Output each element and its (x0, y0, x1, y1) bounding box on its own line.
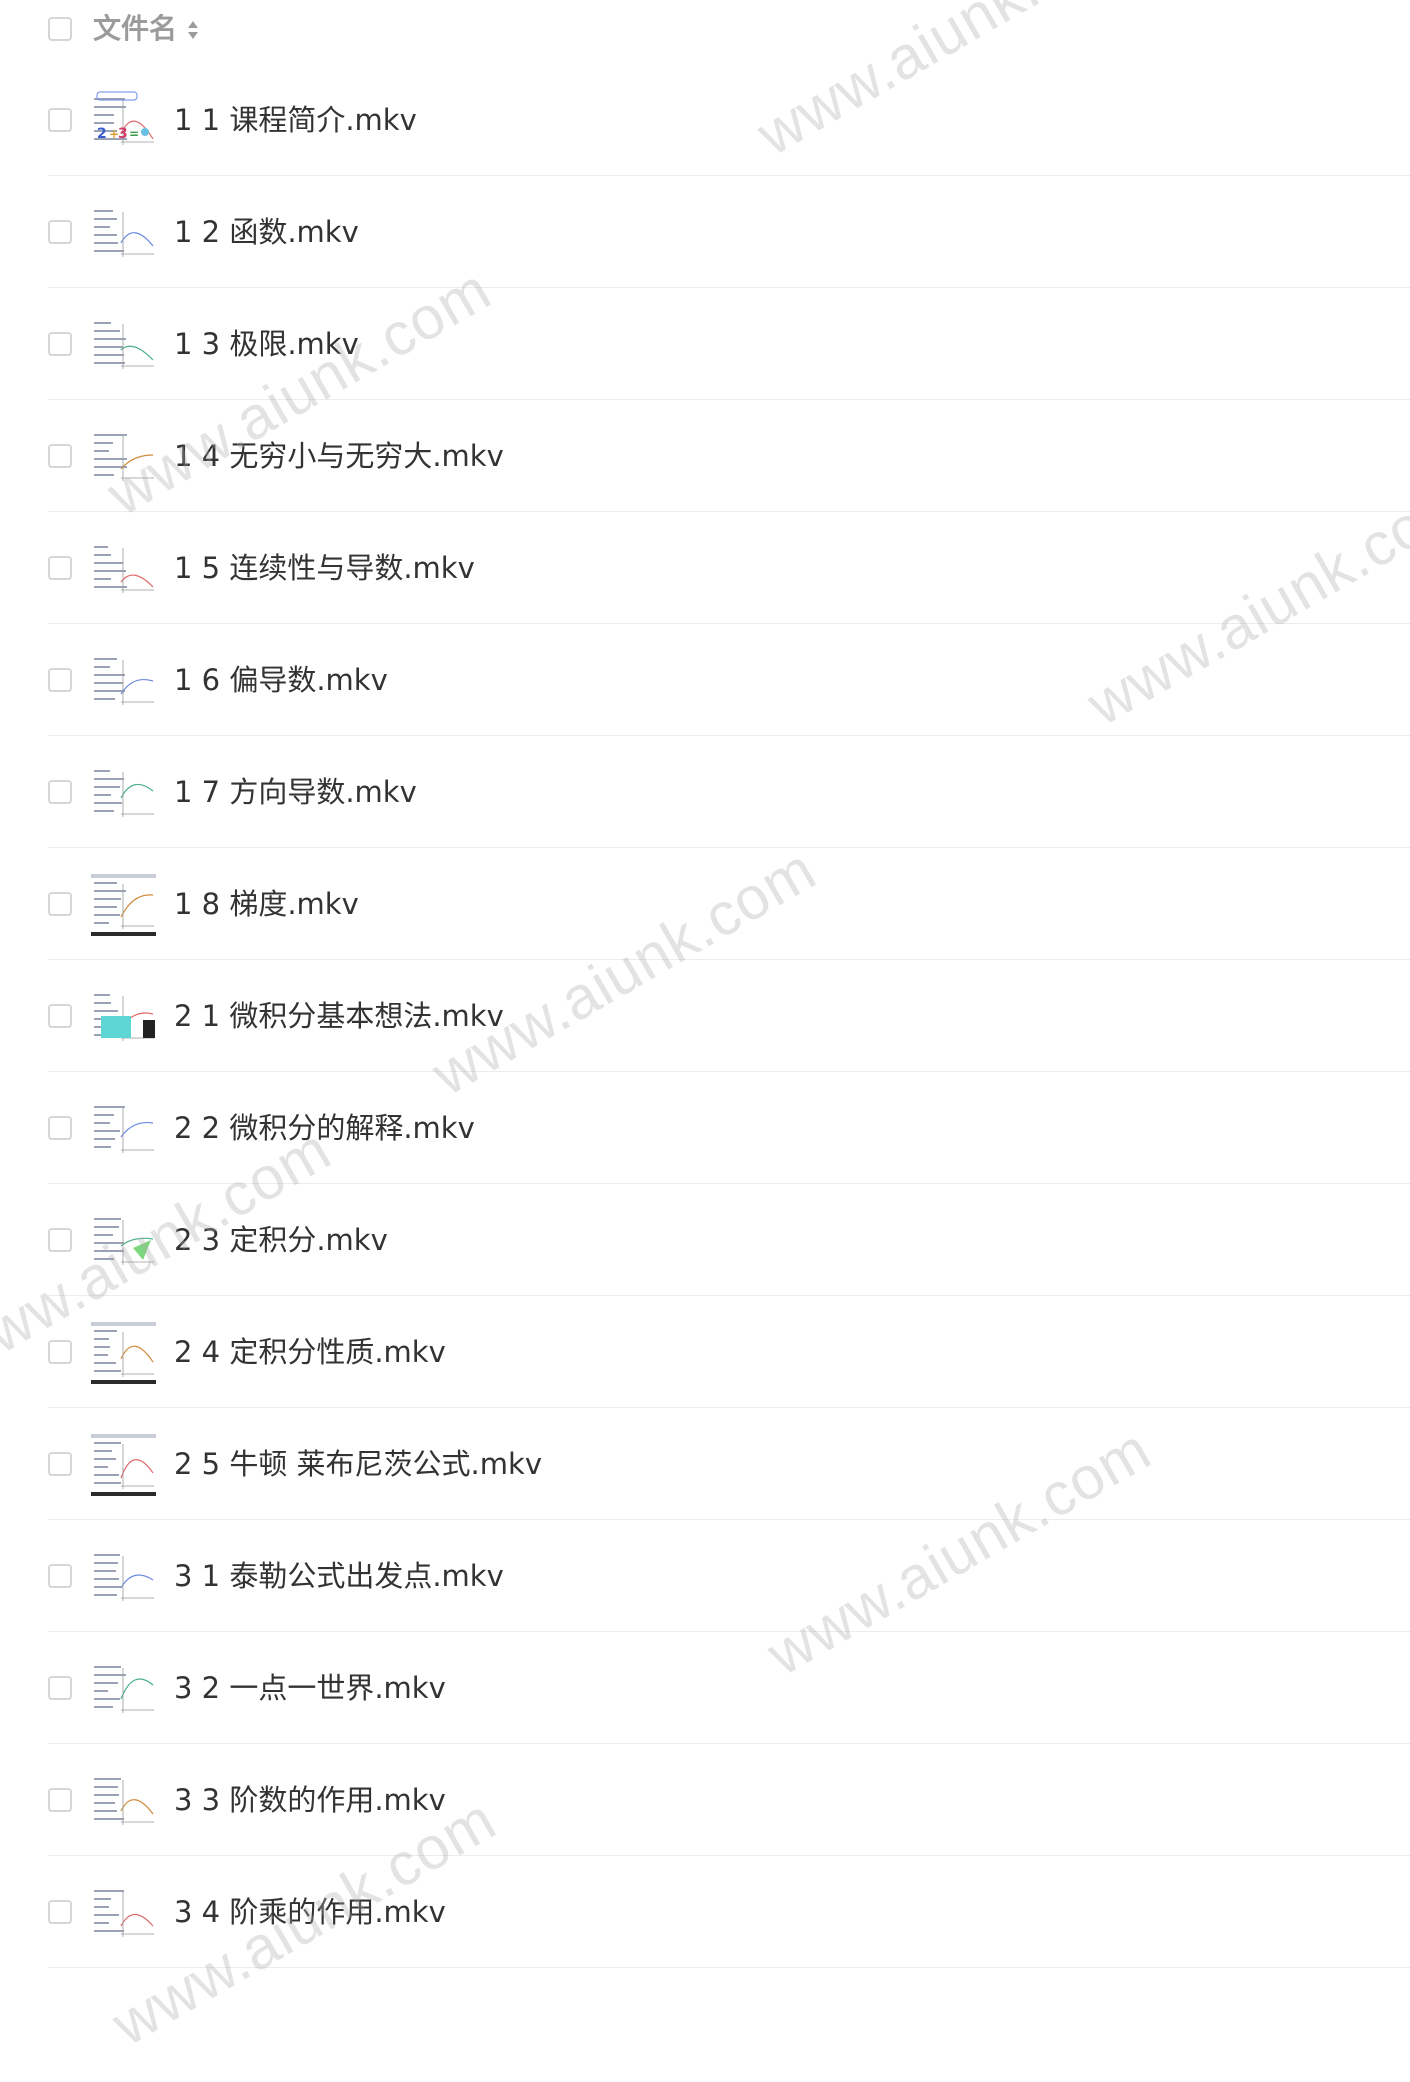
file-row[interactable]: 2 +3 = 1 1 课程简介.mkv (0, 64, 1410, 176)
row-checkbox[interactable] (48, 556, 72, 580)
row-checkbox[interactable] (48, 108, 72, 132)
video-thumbnail[interactable] (91, 1658, 156, 1720)
row-checkbox[interactable] (48, 668, 72, 692)
row-checkbox[interactable] (48, 1788, 72, 1812)
file-name[interactable]: 2 2 微积分的解释.mkv (174, 1109, 475, 1147)
file-name[interactable]: 1 6 偏导数.mkv (174, 661, 388, 699)
row-checkbox[interactable] (48, 332, 72, 356)
video-thumbnail[interactable] (91, 1882, 156, 1944)
file-row[interactable]: 2 2 微积分的解释.mkv (0, 1072, 1410, 1184)
video-thumbnail[interactable] (91, 1322, 156, 1384)
file-name[interactable]: 1 2 函数.mkv (174, 213, 359, 251)
file-row[interactable]: 3 2 一点一世界.mkv (0, 1632, 1410, 1744)
svg-text:2: 2 (97, 126, 107, 142)
row-checkbox[interactable] (48, 1564, 72, 1588)
file-row[interactable]: 3 3 阶数的作用.mkv (0, 1744, 1410, 1856)
row-checkbox[interactable] (48, 1676, 72, 1700)
row-checkbox[interactable] (48, 220, 72, 244)
video-thumbnail[interactable] (91, 1546, 156, 1608)
video-thumbnail[interactable] (91, 426, 156, 488)
file-name[interactable]: 2 1 微积分基本想法.mkv (174, 997, 504, 1035)
row-checkbox[interactable] (48, 1340, 72, 1364)
svg-text:=: = (129, 127, 139, 141)
file-row[interactable]: 1 6 偏导数.mkv (0, 624, 1410, 736)
file-row[interactable]: 3 4 阶乘的作用.mkv (0, 1856, 1410, 1968)
video-thumbnail[interactable] (91, 314, 156, 376)
file-row[interactable]: 1 5 连续性与导数.mkv (0, 512, 1410, 624)
file-name[interactable]: 2 3 定积分.mkv (174, 1221, 388, 1259)
file-name[interactable]: 2 4 定积分性质.mkv (174, 1333, 446, 1371)
file-name[interactable]: 3 2 一点一世界.mkv (174, 1669, 446, 1707)
video-thumbnail[interactable] (91, 1098, 156, 1160)
file-name[interactable]: 1 7 方向导数.mkv (174, 773, 417, 811)
file-name[interactable]: 1 3 极限.mkv (174, 325, 359, 363)
sort-icon[interactable] (187, 19, 199, 41)
row-checkbox[interactable] (48, 1004, 72, 1028)
video-thumbnail[interactable] (91, 202, 156, 264)
file-name[interactable]: 1 5 连续性与导数.mkv (174, 549, 475, 587)
file-list: 文件名 2 +3 = 1 1 课程简介.mkv 1 2 函数.mkv 1 3 极限.mkv… (0, 0, 1410, 1968)
file-row[interactable]: 3 1 泰勒公式出发点.mkv (0, 1520, 1410, 1632)
video-thumbnail[interactable]: 2 +3 = (91, 90, 156, 152)
file-row[interactable]: 1 7 方向导数.mkv (0, 736, 1410, 848)
row-checkbox[interactable] (48, 1228, 72, 1252)
video-thumbnail[interactable] (91, 1210, 156, 1272)
file-row[interactable]: 2 1 微积分基本想法.mkv (0, 960, 1410, 1072)
file-row[interactable]: 1 2 函数.mkv (0, 176, 1410, 288)
file-name[interactable]: 3 4 阶乘的作用.mkv (174, 1893, 446, 1931)
row-checkbox[interactable] (48, 1116, 72, 1140)
video-thumbnail[interactable] (91, 1434, 156, 1496)
row-checkbox[interactable] (48, 1452, 72, 1476)
select-all-checkbox[interactable] (48, 17, 72, 41)
row-divider (48, 1967, 1410, 1968)
file-name[interactable]: 1 4 无穷小与无穷大.mkv (174, 437, 504, 475)
file-row[interactable]: 1 8 梯度.mkv (0, 848, 1410, 960)
column-header-filename[interactable]: 文件名 (93, 11, 177, 47)
file-row[interactable]: 2 5 牛顿 莱布尼茨公式.mkv (0, 1408, 1410, 1520)
video-thumbnail[interactable] (91, 650, 156, 712)
row-checkbox[interactable] (48, 1900, 72, 1924)
row-checkbox[interactable] (48, 444, 72, 468)
file-row[interactable]: 2 3 定积分.mkv (0, 1184, 1410, 1296)
file-row[interactable]: 1 3 极限.mkv (0, 288, 1410, 400)
file-name[interactable]: 1 8 梯度.mkv (174, 885, 359, 923)
file-row[interactable]: 2 4 定积分性质.mkv (0, 1296, 1410, 1408)
row-checkbox[interactable] (48, 892, 72, 916)
video-thumbnail[interactable] (91, 986, 156, 1048)
video-thumbnail[interactable] (91, 874, 156, 936)
svg-text:3: 3 (118, 126, 128, 142)
file-name[interactable]: 3 1 泰勒公式出发点.mkv (174, 1557, 504, 1595)
file-name[interactable]: 3 3 阶数的作用.mkv (174, 1781, 446, 1819)
list-header: 文件名 (0, 0, 1410, 58)
video-thumbnail[interactable] (91, 762, 156, 824)
video-thumbnail[interactable] (91, 1770, 156, 1832)
file-name[interactable]: 2 5 牛顿 莱布尼茨公式.mkv (174, 1445, 542, 1483)
file-name[interactable]: 1 1 课程简介.mkv (174, 101, 417, 139)
row-checkbox[interactable] (48, 780, 72, 804)
file-row[interactable]: 1 4 无穷小与无穷大.mkv (0, 400, 1410, 512)
video-thumbnail[interactable] (91, 538, 156, 600)
